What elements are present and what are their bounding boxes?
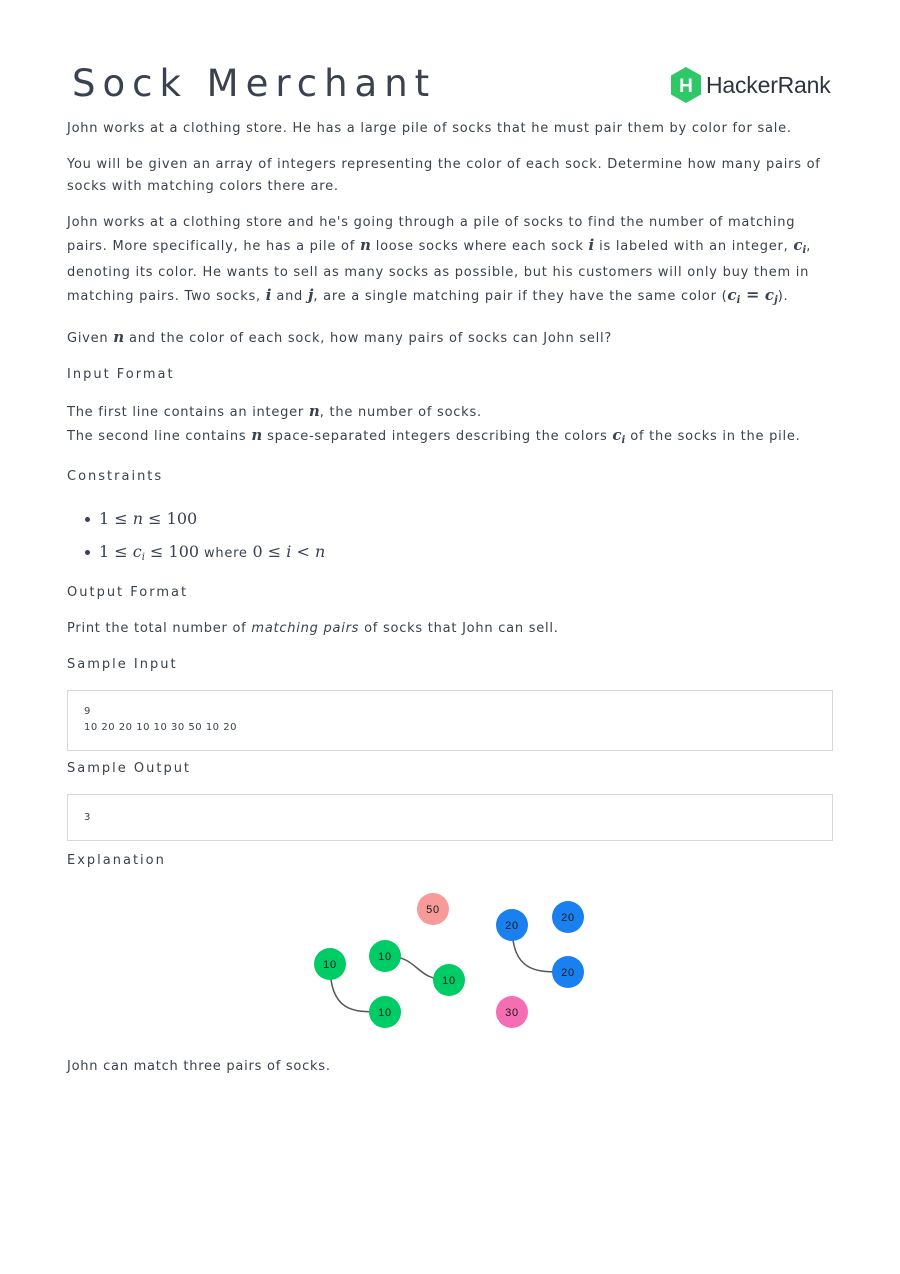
- input-format-heading: Input Format: [67, 367, 175, 382]
- sock-label: 50: [426, 904, 440, 916]
- math-n: n: [251, 426, 263, 444]
- output-format-text: Print the total number of matching pairs…: [67, 621, 559, 636]
- sock-node: 30: [496, 996, 528, 1028]
- constraint-item: 1 ≤ ci ≤ 100 where 0 ≤ i < n: [67, 535, 833, 568]
- sample-input-line: 9: [84, 706, 91, 717]
- detail-paragraph: John works at a clothing store and he's …: [67, 215, 812, 306]
- sock-pairs-figure: 50 20 20 10 10 10 20 10 30: [67, 886, 833, 1054]
- hackerrank-logo[interactable]: H HackerRank: [669, 66, 831, 104]
- math-n: n: [308, 402, 320, 420]
- sample-output-line: 3: [84, 812, 91, 823]
- logo-letter: H: [679, 76, 693, 97]
- sock-label: 20: [561, 967, 575, 979]
- sock-label: 10: [378, 1007, 392, 1019]
- math-ci: ci: [793, 236, 807, 256]
- sock-node: 10: [314, 948, 346, 980]
- sample-output-block[interactable]: 3: [67, 794, 833, 841]
- constraints-list: 1 ≤ n ≤ 100 1 ≤ ci ≤ 100 where 0 ≤ i < n: [67, 502, 833, 568]
- sock-node: 10: [433, 964, 465, 996]
- sock-node: 20: [496, 909, 528, 941]
- task-paragraph: You will be given an array of integers r…: [67, 157, 821, 194]
- constraints-heading: Constraints: [67, 469, 164, 484]
- sock-label: 20: [561, 912, 575, 924]
- sock-node: 50: [417, 893, 449, 925]
- question-paragraph: Given n and the color of each sock, how …: [67, 328, 613, 346]
- sock-node: 20: [552, 901, 584, 933]
- sock-label: 30: [505, 1007, 519, 1019]
- sample-input-line: 10 20 20 10 10 30 50 10 20: [84, 722, 237, 733]
- problem-statement: John works at a clothing store. He has a…: [67, 118, 833, 1078]
- sock-node: 20: [552, 956, 584, 988]
- sock-node: 10: [369, 996, 401, 1028]
- math-n: n: [359, 236, 371, 254]
- sample-output-heading: Sample Output: [67, 761, 192, 776]
- sock-label: 10: [442, 975, 456, 987]
- math-n: n: [113, 328, 125, 346]
- sample-input-block[interactable]: 9 10 20 20 10 10 30 50 10 20: [67, 690, 833, 751]
- explanation-heading: Explanation: [67, 853, 166, 868]
- sock-label: 20: [505, 920, 519, 932]
- math-ci: ci: [612, 426, 626, 446]
- brand-name: HackerRank: [706, 71, 831, 98]
- output-format-heading: Output Format: [67, 585, 189, 600]
- sample-input-heading: Sample Input: [67, 657, 178, 672]
- sock-label: 10: [323, 959, 337, 971]
- sock-pairs-diagram: 50 20 20 10 10 10 20 10 30: [314, 893, 584, 1028]
- sock-label: 10: [378, 951, 392, 963]
- page-title: Sock Merchant: [72, 62, 437, 105]
- constraint-item: 1 ≤ n ≤ 100: [67, 502, 833, 535]
- hackerrank-hexagon-icon: H: [671, 67, 701, 103]
- input-format-text: The first line contains an integer n, th…: [67, 402, 801, 446]
- intro-paragraph: John works at a clothing store. He has a…: [67, 121, 792, 136]
- explanation-text: John can match three pairs of socks.: [67, 1059, 331, 1074]
- math-color-equality: ci = cj: [727, 285, 778, 306]
- sock-node: 10: [369, 940, 401, 972]
